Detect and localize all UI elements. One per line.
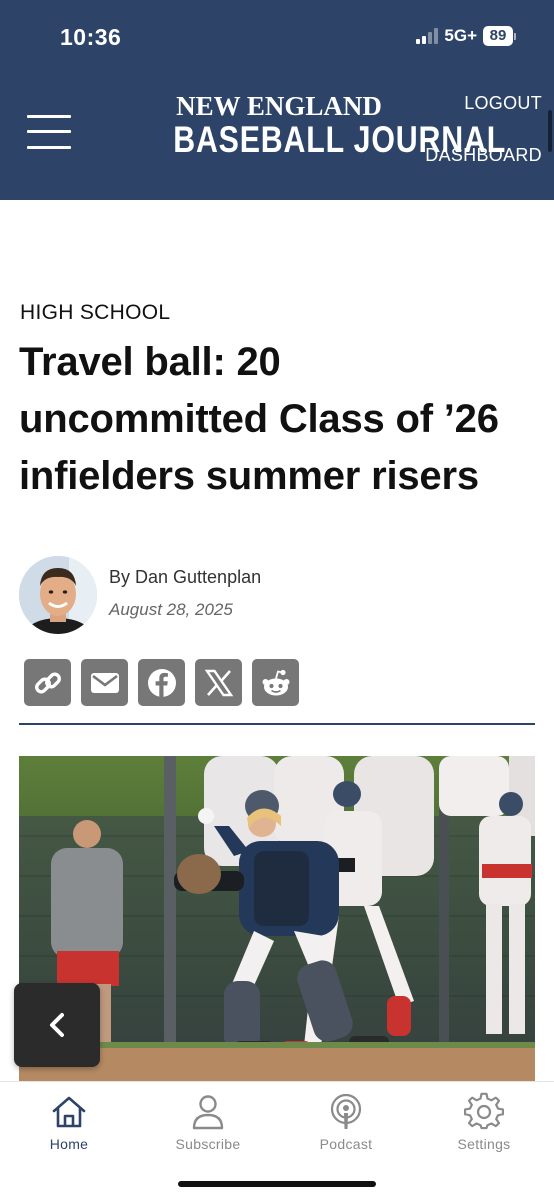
- dashboard-link[interactable]: DASHBOARD: [425, 145, 542, 166]
- facebook-icon: [147, 668, 176, 697]
- tab-podcast[interactable]: Podcast: [296, 1092, 396, 1152]
- logo-line-1: NEW ENGLAND: [176, 91, 382, 121]
- tab-subscribe-label: Subscribe: [175, 1136, 241, 1152]
- tab-settings[interactable]: Settings: [434, 1092, 534, 1152]
- article-divider: [19, 723, 535, 725]
- article-date: August 28, 2025: [109, 600, 233, 619]
- home-icon: [52, 1096, 86, 1128]
- gear-icon: [464, 1092, 504, 1130]
- email-share-button[interactable]: [81, 659, 128, 706]
- status-indicators: 5G+ 89: [416, 26, 516, 46]
- reddit-icon: [262, 669, 289, 695]
- chevron-left-icon: [50, 1013, 64, 1037]
- share-buttons: [24, 659, 299, 706]
- tab-podcast-label: Podcast: [319, 1136, 373, 1152]
- article-headline: Travel ball: 20 uncommitted Class of ’26…: [19, 340, 499, 498]
- link-icon: [34, 672, 61, 693]
- battery-level: 89: [483, 26, 513, 46]
- author-avatar: [19, 556, 97, 634]
- x-share-button[interactable]: [195, 659, 242, 706]
- reddit-share-button[interactable]: [252, 659, 299, 706]
- person-icon: [192, 1095, 224, 1130]
- copy-link-button[interactable]: [24, 659, 71, 706]
- tab-home[interactable]: Home: [19, 1092, 119, 1152]
- article-category[interactable]: HIGH SCHOOL: [20, 301, 170, 325]
- tab-home-label: Home: [49, 1136, 89, 1152]
- podcast-icon: [330, 1093, 362, 1129]
- x-icon: [204, 669, 233, 696]
- battery-icon: 89: [483, 26, 516, 46]
- network-label: 5G+: [444, 26, 477, 45]
- tab-subscribe[interactable]: Subscribe: [158, 1092, 258, 1152]
- logo-line-2: BASEBALL JOURNAL: [173, 119, 507, 160]
- facebook-share-button[interactable]: [138, 659, 185, 706]
- status-time: 10:36: [60, 24, 122, 50]
- site-header: 10:36 5G+ 89 NEW ENGLAND BASEBALL JOURNA…: [0, 0, 554, 200]
- signal-icon: [416, 28, 439, 44]
- menu-icon[interactable]: [27, 113, 72, 151]
- email-icon: [90, 672, 119, 693]
- header-scrollbar[interactable]: [548, 110, 552, 152]
- tab-settings-label: Settings: [457, 1136, 511, 1152]
- back-button[interactable]: [14, 983, 100, 1067]
- logout-link[interactable]: LOGOUT: [464, 93, 542, 114]
- article-byline[interactable]: By Dan Guttenplan: [109, 567, 261, 588]
- site-logo[interactable]: NEW ENGLAND BASEBALL JOURNAL: [150, 91, 507, 160]
- home-indicator[interactable]: [178, 1181, 376, 1187]
